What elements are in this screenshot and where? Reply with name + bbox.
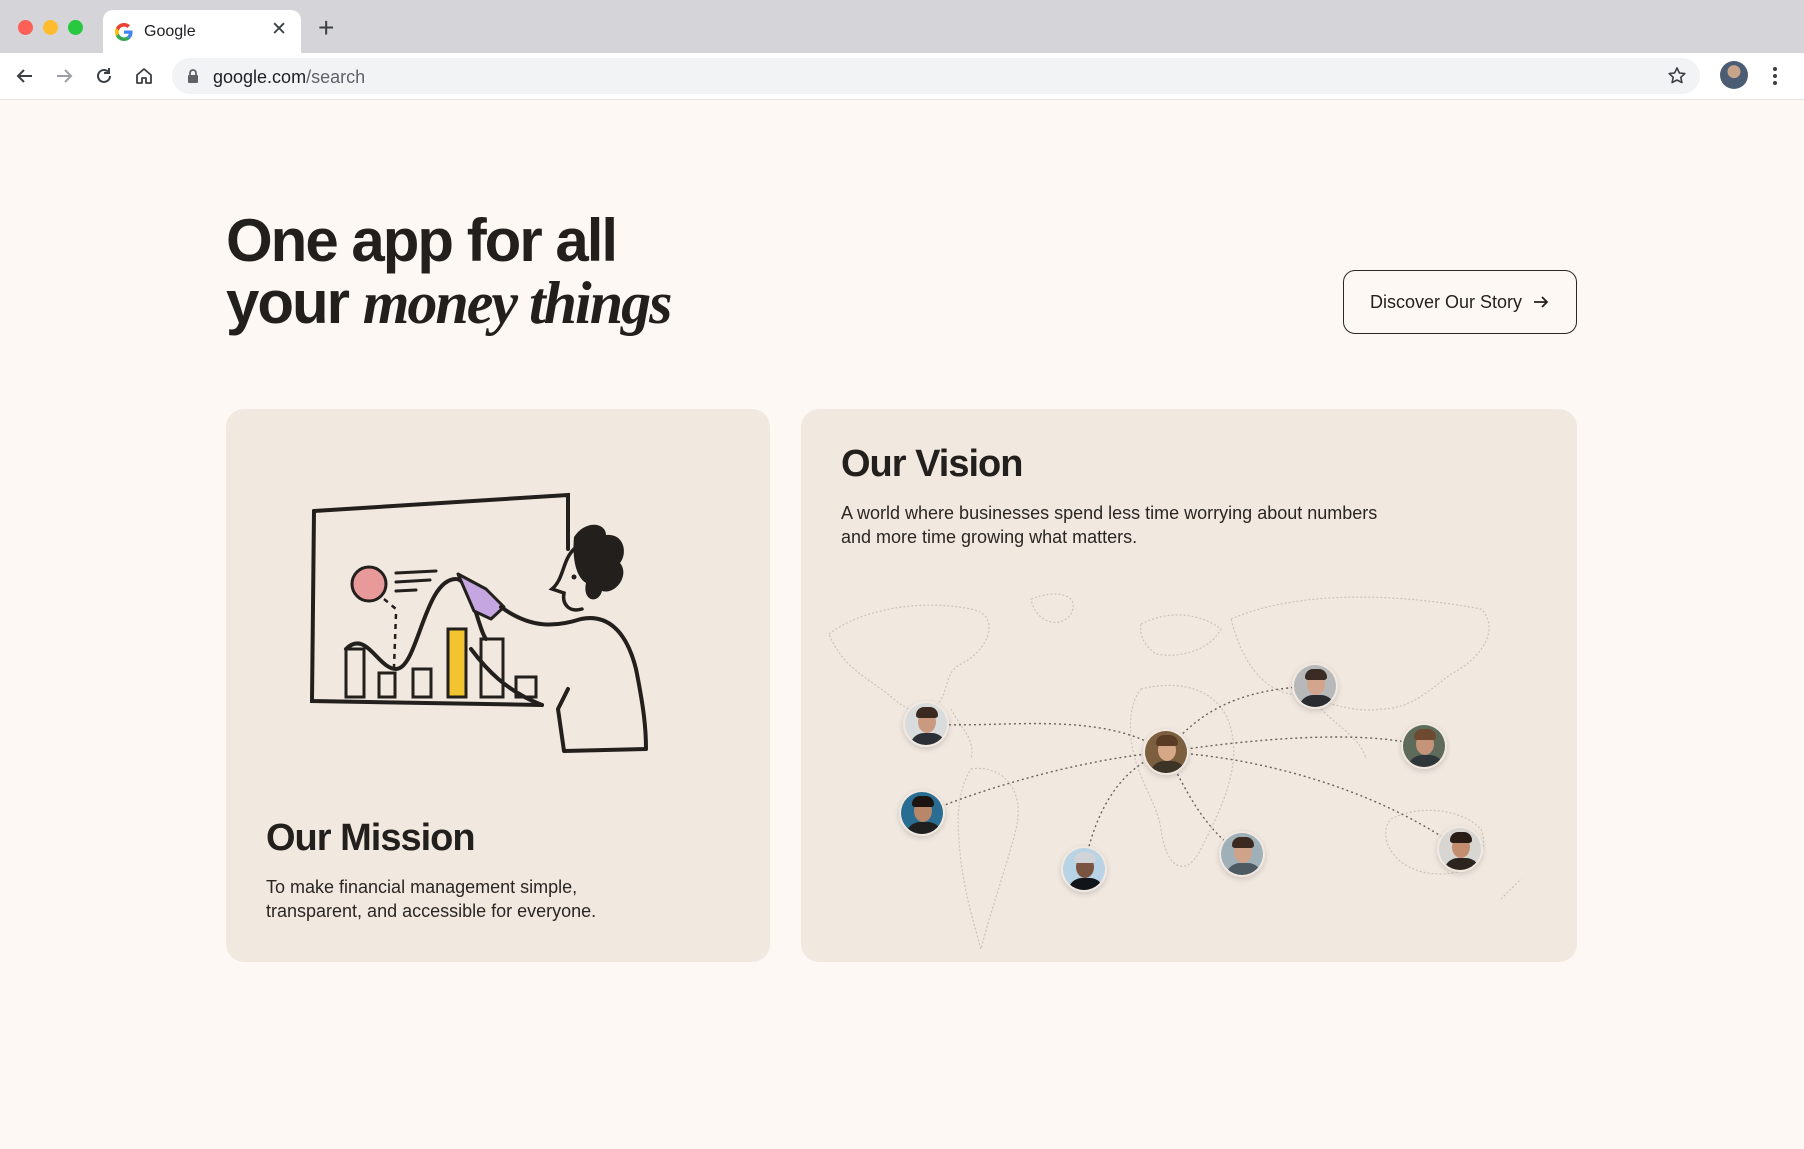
browser-tab-strip: Google ✕ + — [0, 0, 1804, 53]
headline-line-2-plain: your — [226, 269, 350, 336]
maximize-window-button[interactable] — [68, 20, 83, 35]
browser-toolbar: google.com/search — [0, 53, 1804, 100]
person-avatar — [1219, 831, 1265, 877]
person-avatar — [1292, 663, 1338, 709]
more-menu-icon[interactable] — [1770, 63, 1780, 89]
arrow-right-icon — [1534, 296, 1549, 308]
headline-line-1: One app for all — [226, 207, 618, 274]
tab-close-icon[interactable]: ✕ — [271, 20, 287, 40]
vision-card: Our Vision A world where businesses spen… — [801, 409, 1577, 962]
address-bar[interactable]: google.com/search — [172, 58, 1700, 94]
person-avatar — [903, 701, 949, 747]
forward-arrow-icon[interactable] — [51, 63, 77, 89]
back-arrow-icon[interactable] — [12, 63, 38, 89]
mission-title: Our Mission — [266, 817, 476, 859]
page-content: One app for all your money things Discov… — [0, 100, 1804, 1149]
profile-avatar[interactable] — [1720, 61, 1748, 89]
presentation-illustration — [309, 492, 648, 753]
person-avatar — [1437, 826, 1483, 872]
person-avatar — [1143, 729, 1189, 775]
url-path: /search — [306, 67, 366, 87]
new-tab-button[interactable]: + — [318, 14, 334, 42]
minimize-window-button[interactable] — [43, 20, 58, 35]
person-avatar — [1401, 723, 1447, 769]
home-icon[interactable] — [131, 63, 157, 89]
browser-tab[interactable]: Google ✕ — [103, 10, 301, 53]
reload-icon[interactable] — [91, 63, 117, 89]
discover-story-label: Discover Our Story — [1369, 291, 1523, 312]
person-avatar — [1061, 846, 1107, 892]
headline-line-2-italic: money things — [362, 270, 673, 336]
url-text: google.com/search — [213, 67, 365, 88]
tab-title: Google — [144, 23, 196, 40]
mission-card: Our Mission To make financial management… — [226, 409, 770, 962]
discover-story-button[interactable]: Discover Our Story — [1343, 270, 1577, 334]
person-avatar — [899, 790, 945, 836]
mission-text: To make financial management simple, tra… — [266, 877, 597, 921]
lock-icon — [188, 69, 198, 83]
url-domain: google.com — [213, 67, 307, 87]
hero-headline: One app for all your money things — [226, 207, 673, 336]
google-icon — [115, 23, 133, 41]
bookmark-star-icon[interactable] — [1666, 65, 1688, 87]
close-window-button[interactable] — [18, 20, 33, 35]
world-map — [828, 593, 1522, 952]
